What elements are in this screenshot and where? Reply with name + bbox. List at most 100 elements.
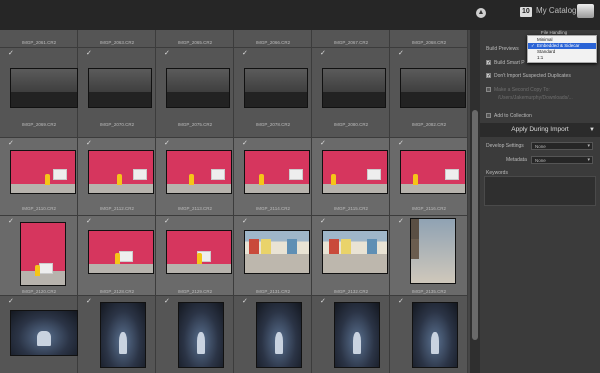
metadata-select[interactable]: None ▾ — [531, 156, 593, 164]
thumbnail[interactable] — [166, 230, 232, 274]
grid-cell[interactable]: IMGP_2066.CR2 — [234, 30, 312, 48]
grid-cell[interactable]: ✓ IMGP_2128.CR2 — [78, 216, 156, 296]
grid-cell[interactable]: ✓ — [0, 296, 78, 373]
thumbnail[interactable] — [256, 302, 302, 368]
thumbnail[interactable] — [400, 68, 466, 108]
grid-cell[interactable]: ✓ IMGP_2116.CR2 — [390, 138, 468, 216]
grid-cell[interactable]: ✓ — [78, 296, 156, 373]
checkbox[interactable]: ✓ — [242, 50, 249, 57]
grid-cell[interactable]: IMGP_2068.CR2 — [390, 30, 468, 48]
file-name: IMGP_2067.CR2 — [333, 40, 369, 45]
checkbox[interactable]: ✓ — [164, 298, 171, 305]
apply-during-import-header[interactable]: Apply During Import ▼ — [480, 123, 600, 137]
checkbox[interactable]: ✓ — [164, 50, 171, 57]
grid-cell[interactable]: ✓ IMGP_2120.CR2 — [0, 216, 78, 296]
checkbox[interactable]: ✓ — [86, 298, 93, 305]
thumbnail[interactable] — [10, 310, 78, 356]
grid-cell[interactable]: ✓ IMGP_2078.CR2 — [234, 48, 312, 138]
checkbox-icon[interactable]: ✓ — [486, 73, 491, 79]
checkbox[interactable]: ✓ — [164, 218, 171, 225]
checkbox[interactable]: ✓ — [8, 218, 15, 225]
grid-cell[interactable]: IMGP_2061.CR2 — [0, 30, 78, 48]
checkbox[interactable]: ✓ — [86, 140, 93, 147]
grid-cell[interactable]: IMGP_2063.CR2 — [78, 30, 156, 48]
thumbnail[interactable] — [244, 230, 310, 274]
grid-cell[interactable]: ✓ IMGP_2110.CR2 — [0, 138, 78, 216]
checkbox[interactable]: ✓ — [320, 50, 327, 57]
thumbnail[interactable] — [100, 302, 146, 368]
checkbox[interactable]: ✓ — [242, 140, 249, 147]
thumbnail[interactable] — [322, 230, 388, 274]
checkbox[interactable]: ✓ — [398, 50, 405, 57]
keywords-input[interactable] — [484, 176, 596, 206]
checkbox[interactable]: ✓ — [86, 50, 93, 57]
thumbnail[interactable] — [322, 150, 388, 194]
thumbnail[interactable] — [20, 222, 66, 286]
thumbnail[interactable] — [322, 68, 386, 108]
grid-cell[interactable]: ✓ IMGP_2132.CR2 — [312, 216, 390, 296]
grid-cell[interactable]: ✓ IMGP_2082.CR2 — [390, 48, 468, 138]
build-smart-previews-row[interactable]: ✓ Build Smart P — [486, 60, 525, 67]
dropdown-option-1to1[interactable]: 1:1 — [528, 55, 596, 61]
checkbox-icon[interactable] — [486, 87, 491, 93]
grid-cell[interactable]: ✓ IMGP_2070.CR2 — [78, 48, 156, 138]
checkbox[interactable]: ✓ — [164, 140, 171, 147]
checkbox[interactable]: ✓ — [242, 298, 249, 305]
grid-cell[interactable]: ✓ IMGP_2112.CR2 — [78, 138, 156, 216]
checkbox[interactable]: ✓ — [398, 218, 405, 225]
checkbox[interactable]: ✓ — [8, 140, 15, 147]
grid-cell[interactable]: ✓ IMGP_2115.CR2 — [312, 138, 390, 216]
grid-cell[interactable]: ✓ IMGP_2129.CR2 — [156, 216, 234, 296]
checkbox[interactable]: ✓ — [8, 50, 15, 57]
checkbox[interactable]: ✓ — [398, 140, 405, 147]
apply-during-import-title: Apply During Import — [511, 126, 569, 133]
checkbox[interactable]: ✓ — [398, 298, 405, 305]
thumbnail[interactable] — [166, 68, 230, 108]
add-to-collection-row[interactable]: Add to Collection — [486, 113, 532, 120]
thumbnail[interactable] — [410, 218, 456, 284]
thumbnail[interactable] — [10, 150, 76, 194]
grid-cell[interactable]: ✓ — [234, 296, 312, 373]
collapse-arrow-icon[interactable]: ▼ — [589, 123, 595, 137]
checkbox-icon[interactable] — [486, 113, 491, 119]
grid-cell[interactable]: ✓ — [390, 296, 468, 373]
grid-cell[interactable]: ✓ IMGP_2131.CR2 — [234, 216, 312, 296]
grid-cell[interactable]: ✓ IMGP_2114.CR2 — [234, 138, 312, 216]
checkbox[interactable]: ✓ — [320, 218, 327, 225]
grid-cell[interactable]: ✓ IMGP_2075.CR2 — [156, 48, 234, 138]
dont-import-duplicates-row[interactable]: ✓ Don't Import Suspected Duplicates — [486, 73, 571, 80]
thumbnail[interactable] — [178, 302, 224, 368]
catalog-title[interactable]: My Catalog — [536, 6, 576, 15]
grid-cell[interactable]: IMGP_2065.CR2 — [156, 30, 234, 48]
build-previews-dropdown[interactable]: Minimal ✓ Embedded & Sidecar Standard 1:1 — [527, 35, 597, 63]
thumbnail[interactable] — [88, 230, 154, 274]
catalog-drive-icon[interactable] — [577, 4, 594, 18]
grid-cell[interactable]: ✓ IMGP_2080.CR2 — [312, 48, 390, 138]
thumbnail[interactable] — [166, 150, 232, 194]
thumbnail[interactable] — [244, 68, 308, 108]
checkbox[interactable]: ✓ — [8, 298, 15, 305]
grid-cell[interactable]: ✓ — [156, 296, 234, 373]
scrollbar-thumb[interactable] — [472, 110, 478, 340]
grid-cell[interactable]: ✓ — [312, 296, 390, 373]
grid-cell[interactable]: IMGP_2067.CR2 — [312, 30, 390, 48]
checkbox[interactable]: ✓ — [320, 298, 327, 305]
checkbox[interactable]: ✓ — [242, 218, 249, 225]
eject-icon[interactable]: ▲ — [476, 8, 486, 18]
second-copy-path[interactable]: /Users/Jakemurphy/Downloads/... — [498, 95, 573, 102]
thumbnail[interactable] — [88, 68, 152, 108]
grid-cell[interactable]: ✓ IMGP_2113.CR2 — [156, 138, 234, 216]
thumbnail[interactable] — [88, 150, 154, 194]
grid-cell[interactable]: ✓ IMGP_2069.CR2 — [0, 48, 78, 138]
checkbox-icon[interactable]: ✓ — [486, 60, 491, 66]
thumbnail[interactable] — [400, 150, 466, 194]
checkbox[interactable]: ✓ — [86, 218, 93, 225]
thumbnail[interactable] — [10, 68, 78, 108]
develop-settings-select[interactable]: None ▾ — [531, 142, 593, 150]
checkbox[interactable]: ✓ — [320, 140, 327, 147]
thumbnail[interactable] — [334, 302, 380, 368]
thumbnail[interactable] — [244, 150, 310, 194]
second-copy-row[interactable]: Make a Second Copy To: — [486, 87, 550, 94]
thumbnail[interactable] — [412, 302, 458, 368]
grid-cell[interactable]: ✓ IMGP_2135.CR2 — [390, 216, 468, 296]
